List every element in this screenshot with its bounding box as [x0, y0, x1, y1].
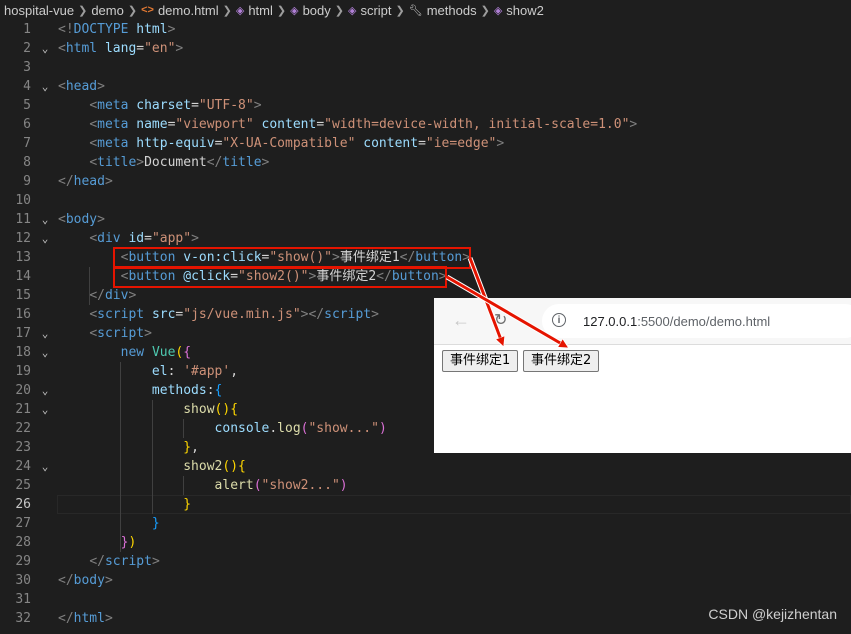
annotation-arrows — [445, 257, 851, 350]
watermark: CSDN @kejizhentan — [708, 606, 837, 622]
arrow-line14-to-button2 — [445, 274, 567, 350]
